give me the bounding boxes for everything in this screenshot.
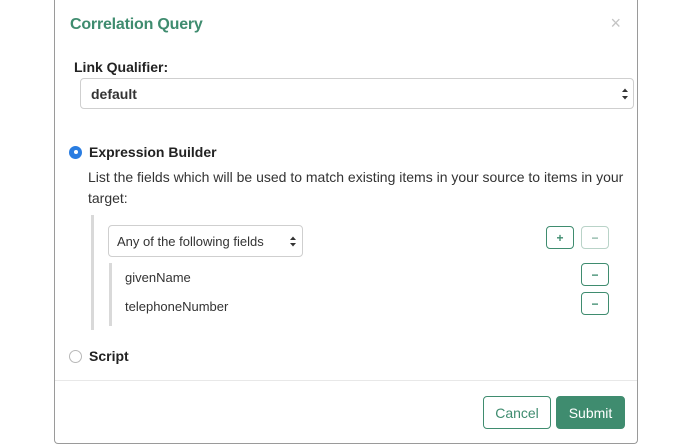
expression-description: List the fields which will be used to ma…: [88, 169, 624, 206]
script-radio[interactable]: [69, 349, 82, 363]
select-caret-icon: [290, 236, 296, 247]
expression-builder-label: Expression Builder: [89, 144, 217, 160]
remove-field-givenname-button[interactable]: −: [581, 263, 609, 286]
remove-group-button[interactable]: −: [581, 226, 609, 249]
cancel-button[interactable]: Cancel: [483, 396, 551, 429]
select-caret-icon: [622, 88, 628, 100]
expression-builder-radio[interactable]: [69, 145, 82, 159]
correlation-query-dialog: Correlation Query × Link Qualifier: defa…: [54, 0, 638, 444]
link-qualifier-label: Link Qualifier:: [74, 59, 169, 75]
field-item-givenname: givenName: [125, 270, 191, 285]
footer-divider: [55, 380, 637, 381]
script-radio-option[interactable]: Script: [69, 348, 129, 364]
expression-builder-radio-option[interactable]: Expression Builder: [69, 144, 217, 160]
script-label: Script: [89, 348, 129, 364]
field-item-telephonenumber: telephoneNumber: [125, 299, 229, 314]
remove-field-telephonenumber-button[interactable]: −: [581, 292, 609, 315]
field-list-rail: [109, 263, 112, 326]
link-qualifier-select[interactable]: default: [80, 78, 634, 109]
submit-button[interactable]: Submit: [556, 396, 625, 429]
match-operator-select[interactable]: Any of the following fields: [108, 225, 303, 257]
close-icon[interactable]: ×: [610, 14, 621, 32]
link-qualifier-value: default: [91, 86, 137, 102]
add-field-button[interactable]: +: [546, 226, 574, 249]
dialog-title: Correlation Query: [70, 16, 203, 33]
match-operator-value: Any of the following fields: [117, 234, 264, 249]
expression-group-rail: [91, 215, 94, 330]
